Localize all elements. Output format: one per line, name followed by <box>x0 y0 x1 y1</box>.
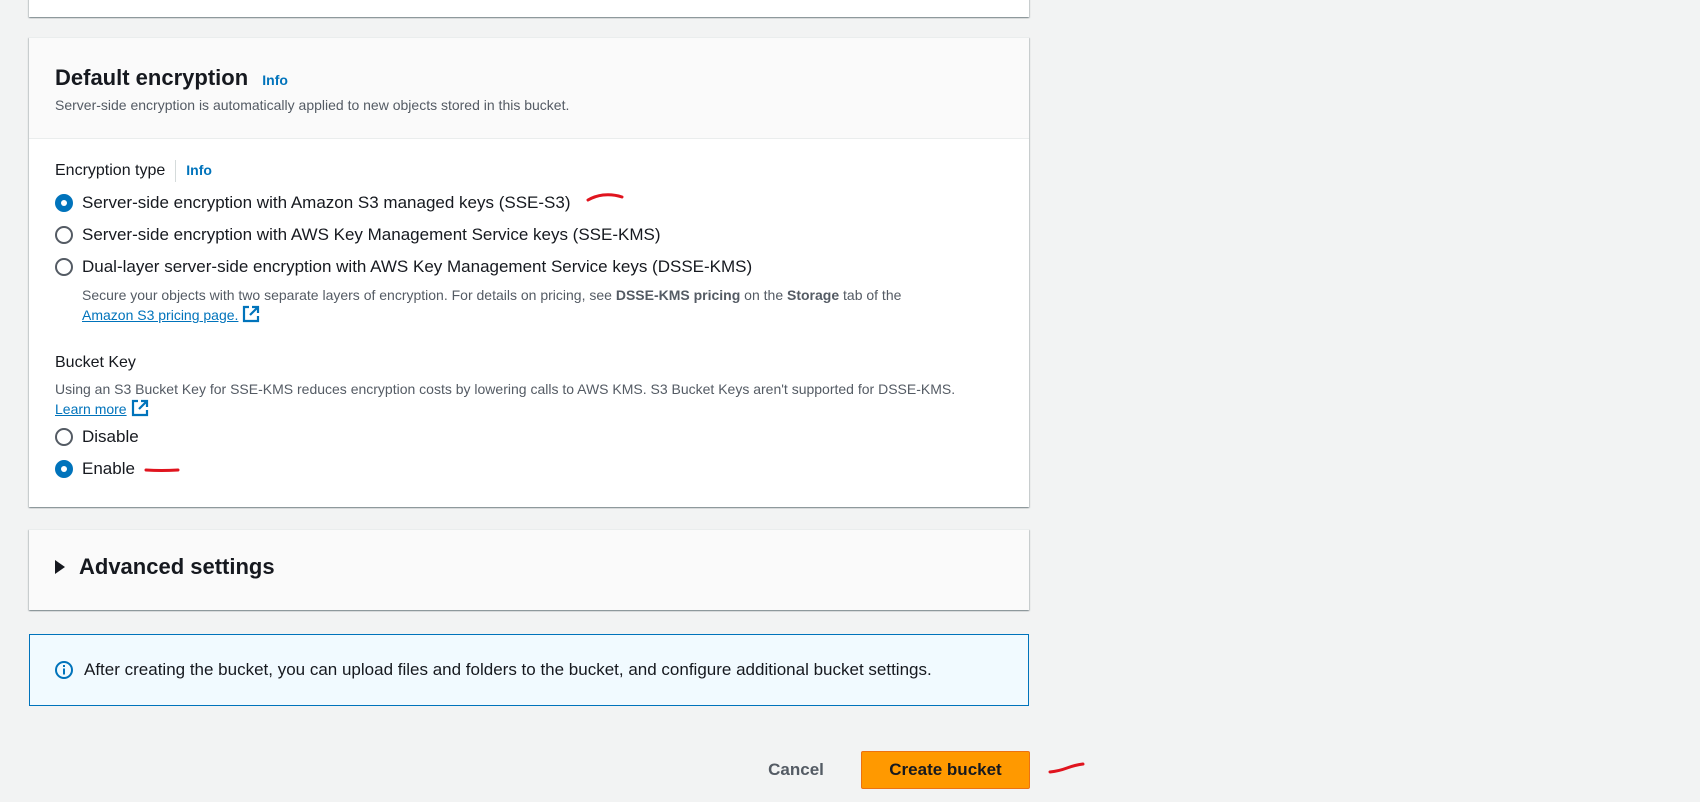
radio-sse-s3-label: Server-side encryption with Amazon S3 ma… <box>82 193 571 212</box>
learn-more-link[interactable]: Learn more <box>55 401 127 417</box>
radio-enable-label: Enable <box>82 459 135 478</box>
dsse-desc-text-mid: on the <box>740 287 787 303</box>
previous-section-panel <box>29 0 1029 17</box>
external-link-icon[interactable] <box>131 399 149 417</box>
section-title-text: Default encryption <box>55 65 249 90</box>
advanced-settings-panel: Advanced settings <box>29 529 1029 610</box>
dsse-kms-description: Secure your objects with two separate la… <box>82 285 982 325</box>
annotation-mark <box>586 193 624 202</box>
alert-text: After creating the bucket, you can uploa… <box>84 660 932 679</box>
radio-button-selected[interactable] <box>55 460 73 478</box>
radio-disable-label: Disable <box>82 427 139 446</box>
encryption-info-link[interactable]: Info <box>262 72 288 88</box>
section-description: Server-side encryption is automatically … <box>55 97 570 113</box>
dsse-desc-text: Secure your objects with two separate la… <box>82 287 616 303</box>
annotation-mark <box>1048 762 1085 774</box>
encryption-type-label: Encryption type <box>55 162 166 180</box>
default-encryption-header: Default encryption Info Server-side encr… <box>29 38 1029 139</box>
caret-right-icon[interactable] <box>55 560 65 574</box>
bucket-key-label: Bucket Key <box>55 354 136 371</box>
external-link-icon[interactable] <box>242 305 260 323</box>
bucket-key-description-text: Using an S3 Bucket Key for SSE-KMS reduc… <box>55 381 956 397</box>
radio-sse-s3[interactable]: Server-side encryption with Amazon S3 ma… <box>55 193 571 213</box>
page: Default encryption Info Server-side encr… <box>0 0 1700 802</box>
create-bucket-button[interactable]: Create bucket <box>861 751 1030 789</box>
radio-bucket-key-disable[interactable]: Disable <box>55 427 139 447</box>
annotation-mark <box>144 468 180 472</box>
radio-sse-kms[interactable]: Server-side encryption with AWS Key Mana… <box>55 225 661 245</box>
info-circle-icon <box>55 661 73 679</box>
info-alert: After creating the bucket, you can uploa… <box>29 634 1029 706</box>
s3-pricing-link[interactable]: Amazon S3 pricing page. <box>82 307 238 323</box>
dsse-desc-bold-storage: Storage <box>787 287 840 303</box>
radio-bucket-key-enable[interactable]: Enable <box>55 459 135 479</box>
dsse-desc-text-suffix: tab of the <box>839 287 902 303</box>
encryption-type-info-link[interactable]: Info <box>186 162 212 178</box>
radio-button[interactable] <box>55 428 73 446</box>
bucket-key-description: Using an S3 Bucket Key for SSE-KMS reduc… <box>55 379 985 419</box>
cancel-button[interactable]: Cancel <box>740 751 852 789</box>
radio-dsse-kms[interactable]: Dual-layer server-side encryption with A… <box>55 257 752 277</box>
encryption-type-label-row: Encryption type Info <box>55 160 212 182</box>
section-title: Default encryption Info <box>55 65 288 91</box>
dsse-desc-bold-pricing: DSSE-KMS pricing <box>615 287 741 303</box>
advanced-settings-title: Advanced settings <box>79 554 275 579</box>
radio-sse-kms-label: Server-side encryption with AWS Key Mana… <box>82 225 661 244</box>
radio-button[interactable] <box>55 226 73 244</box>
default-encryption-panel: Default encryption Info Server-side encr… <box>29 37 1029 507</box>
radio-button[interactable] <box>55 258 73 276</box>
label-divider <box>175 160 177 182</box>
advanced-settings-toggle[interactable]: Advanced settings <box>55 554 275 580</box>
radio-button-selected[interactable] <box>55 194 73 212</box>
radio-dsse-kms-label: Dual-layer server-side encryption with A… <box>82 257 753 276</box>
